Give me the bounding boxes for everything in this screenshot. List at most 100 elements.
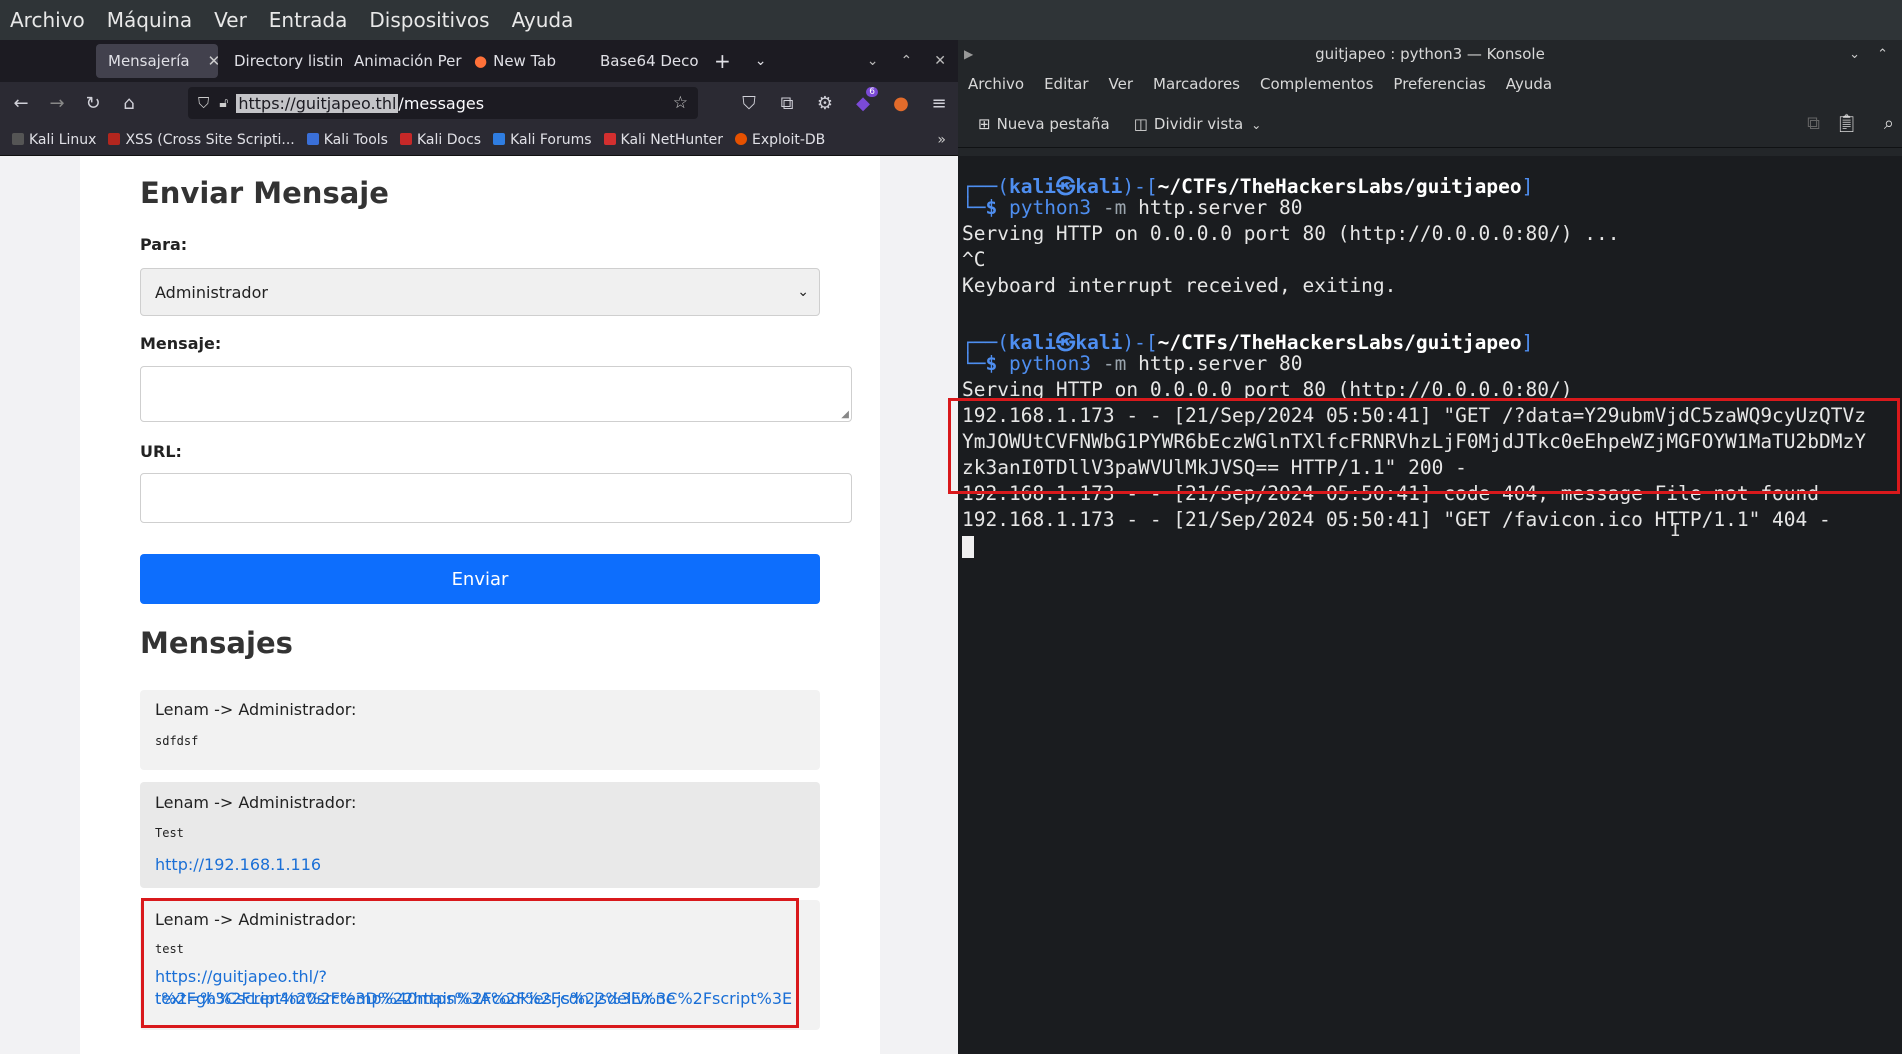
- hamburger-menu-icon[interactable]: ≡: [928, 93, 950, 114]
- bookmark-label: Kali Linux: [29, 131, 97, 148]
- message-body: sdfdsf: [155, 734, 199, 748]
- resize-grip-icon[interactable]: ◢: [841, 409, 849, 420]
- cookie-editor-icon[interactable]: ●: [890, 93, 912, 114]
- prompt-line: ┌──(kali㉿kali)-[~/CTFs/TheHackersLabs/gu…: [962, 331, 1534, 354]
- url-input[interactable]: [140, 473, 852, 523]
- bookmark-kali-forums[interactable]: Kali Forums: [493, 131, 592, 148]
- tab-mensajeria[interactable]: Mensajería ✕: [96, 44, 218, 78]
- vm-menu-ver[interactable]: Ver: [214, 8, 247, 32]
- lock-icon[interactable]: 🔓︎: [219, 95, 228, 111]
- menu-complementos[interactable]: Complementos: [1260, 75, 1373, 93]
- search-icon[interactable]: ⌕: [1884, 113, 1894, 134]
- bookmark-kali-docs[interactable]: Kali Docs: [399, 131, 482, 148]
- tab-animacion[interactable]: Animación Perso: [342, 44, 462, 78]
- minimize-chevron-icon[interactable]: ⌄: [867, 53, 879, 69]
- pocket-icon[interactable]: ⛉: [738, 93, 760, 114]
- command-name: python3: [1008, 196, 1092, 219]
- message-from: Lenam -> Administrador:: [155, 700, 357, 719]
- home-icon[interactable]: ⌂: [118, 93, 140, 114]
- terminal-app-icon: ▶: [964, 47, 974, 61]
- window-title: guitjapeo : python3 — Konsole: [1315, 45, 1545, 63]
- output-line: Keyboard interrupt received, exiting.: [962, 274, 1397, 297]
- copy-icon[interactable]: ⧉: [1807, 113, 1820, 134]
- command-args: http.server 80: [1138, 196, 1303, 219]
- vm-menu-dispositivos[interactable]: Dispositivos: [369, 8, 489, 32]
- bookmark-xss[interactable]: XSS (Cross Site Scripti...: [108, 132, 295, 148]
- recipient-select[interactable]: Administrador ⌄: [140, 268, 820, 316]
- more-bookmarks-chevron-icon[interactable]: »: [937, 132, 946, 148]
- message-link[interactable]: http://192.168.1.116: [155, 854, 321, 876]
- konsole-menubar: Archivo Editar Ver Marcadores Complement…: [958, 68, 1902, 100]
- form-title: Enviar Mensaje: [140, 176, 389, 210]
- url-bar[interactable]: ⛉ 🔓︎ https://guitjapeo.thl /messages ☆: [188, 87, 698, 119]
- menu-marcadores[interactable]: Marcadores: [1153, 75, 1240, 93]
- menu-editar[interactable]: Editar: [1044, 75, 1088, 93]
- extension-badge-icon[interactable]: ◆ 6: [852, 86, 878, 114]
- bookmark-kali-linux[interactable]: Kali Linux: [12, 132, 96, 148]
- konsole-window: ▶ guitjapeo : python3 — Konsole ⌄ ⌃ Arch…: [948, 40, 1902, 1054]
- kali-tools-icon: [306, 132, 319, 145]
- bookmark-label: Kali Forums: [510, 131, 592, 148]
- command-line: └─$ python3 -m http.server 80: [962, 196, 1303, 219]
- split-view-icon: ◫: [1133, 114, 1148, 133]
- tab-new-tab[interactable]: ● New Tab: [462, 44, 582, 78]
- new-tab-label: Nueva pestaña: [996, 114, 1110, 133]
- command-name: python3: [1008, 352, 1092, 375]
- menu-preferencias[interactable]: Preferencias: [1393, 75, 1485, 93]
- message-textarea[interactable]: ◢: [140, 366, 852, 422]
- konsole-toolbar: ⊞ Nueva pestaña ◫ Dividir vista ⌄ ⧉ 📋︎ ⌕: [958, 100, 1902, 148]
- extension-badge-count: 6: [866, 86, 878, 97]
- new-tab-icon: ⊞: [978, 114, 991, 133]
- vm-menu-maquina[interactable]: Máquina: [107, 8, 192, 32]
- shield-icon[interactable]: ⛉: [198, 94, 209, 112]
- split-view-button[interactable]: ◫ Dividir vista ⌄: [1134, 115, 1262, 133]
- tab-directory-listing[interactable]: Directory listing: [222, 44, 342, 78]
- command-flag: -m: [1102, 352, 1127, 375]
- close-tab-icon[interactable]: ✕: [208, 52, 218, 70]
- nav-toolbar: ← → ↻ ⌂ ⛉ 🔓︎ https://guitjapeo.thl /mess…: [0, 82, 960, 124]
- terminal-output[interactable]: ┌──(kali㉿kali)-[~/CTFs/TheHackersLabs/gu…: [948, 156, 1902, 1054]
- prompt-user: kali㉿kali: [1008, 175, 1123, 198]
- bookmark-label: Kali Docs: [416, 131, 482, 148]
- close-window-icon[interactable]: ✕: [934, 53, 946, 69]
- log-line: 192.168.1.173 - - [21/Sep/2024 05:50:41]…: [962, 508, 1831, 531]
- prompt-path: ~/CTFs/TheHackersLabs/guitjapeo: [1157, 331, 1522, 354]
- firefox-icon: ●: [474, 52, 488, 70]
- paste-icon[interactable]: 📋︎: [1835, 113, 1858, 134]
- minimize-chevron-icon[interactable]: ⌄: [1849, 47, 1860, 62]
- menu-ver[interactable]: Ver: [1109, 75, 1134, 93]
- new-tab-button[interactable]: ⊞ Nueva pestaña: [978, 115, 1110, 133]
- command-args: http.server 80: [1138, 352, 1303, 375]
- split-view-label: Dividir vista: [1153, 114, 1244, 133]
- vm-menu-ayuda[interactable]: Ayuda: [512, 8, 574, 32]
- menu-archivo[interactable]: Archivo: [968, 75, 1024, 93]
- vm-menu-archivo[interactable]: Archivo: [10, 8, 85, 32]
- tab-base64[interactable]: Base64 Deco: [582, 44, 702, 78]
- firefox-view-icon[interactable]: [0, 44, 60, 78]
- bookmark-star-icon[interactable]: ☆: [673, 93, 688, 113]
- message-item: Lenam -> Administrador: sdfdsf: [140, 690, 820, 770]
- maximize-chevron-icon[interactable]: ⌃: [1877, 47, 1888, 62]
- send-button[interactable]: Enviar: [140, 554, 820, 604]
- bookmark-kali-nethunter[interactable]: Kali NetHunter: [603, 132, 723, 148]
- new-tab-button[interactable]: +: [702, 44, 743, 78]
- xss-icon: [108, 132, 121, 145]
- forward-arrow-icon[interactable]: →: [46, 93, 68, 114]
- list-tabs-chevron-icon[interactable]: ⌄: [743, 44, 779, 78]
- message-item: Lenam -> Administrador: Test http://192.…: [140, 782, 820, 888]
- bookmark-label: Kali Tools: [323, 131, 388, 148]
- back-arrow-icon[interactable]: ←: [10, 93, 32, 114]
- extensions-icon[interactable]: ⧉: [776, 93, 798, 114]
- settings-gear-icon[interactable]: ⚙: [814, 93, 836, 114]
- bookmark-exploit-db[interactable]: Exploit-DB: [734, 132, 825, 148]
- recipient-value: Administrador: [155, 282, 268, 302]
- vm-menu-entrada[interactable]: Entrada: [269, 8, 348, 32]
- reload-icon[interactable]: ↻: [82, 93, 104, 114]
- highlight-box: [141, 898, 799, 1028]
- bookmark-kali-tools[interactable]: Kali Tools: [306, 131, 388, 148]
- tab-label: Base64 Deco: [600, 52, 699, 70]
- maximize-chevron-icon[interactable]: ⌃: [901, 53, 913, 69]
- firefox-window: Mensajería ✕ Directory listing Animación…: [0, 40, 960, 1054]
- text-cursor-icon: I: [1670, 520, 1681, 541]
- menu-ayuda[interactable]: Ayuda: [1506, 75, 1552, 93]
